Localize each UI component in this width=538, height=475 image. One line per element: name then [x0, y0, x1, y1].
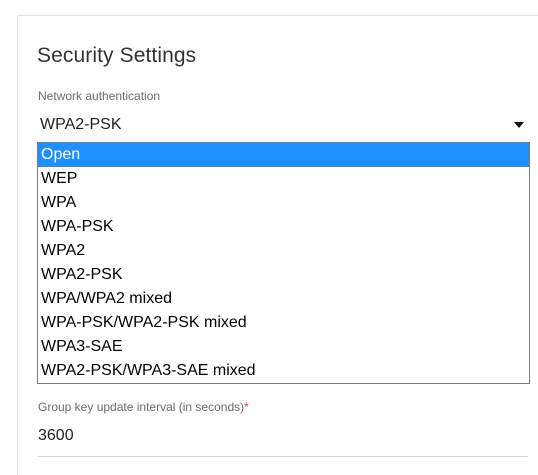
network-authentication-selected-value: WPA2-PSK: [40, 116, 122, 133]
network-authentication-select[interactable]: WPA2-PSK: [38, 108, 528, 142]
network-authentication-options-list[interactable]: Open WEP WPA WPA-PSK WPA2 WPA2-PSK WPA/W…: [37, 142, 530, 384]
required-marker: *: [244, 400, 249, 414]
option-wpa[interactable]: WPA: [38, 191, 529, 215]
group-key-update-interval-label-text: Group key update interval (in seconds): [38, 400, 245, 414]
group-key-update-interval-input[interactable]: 3600: [38, 427, 74, 445]
option-wep[interactable]: WEP: [38, 167, 529, 191]
section-title: Security Settings: [37, 44, 197, 67]
option-wpa3-sae[interactable]: WPA3-SAE: [38, 335, 529, 359]
network-authentication-label: Network authentication: [38, 89, 161, 103]
option-wpa2[interactable]: WPA2: [38, 239, 529, 263]
option-open[interactable]: Open: [38, 143, 529, 167]
group-key-update-interval-underline: [38, 456, 528, 457]
option-wpa2-psk-wpa3-sae-mixed[interactable]: WPA2-PSK/WPA3-SAE mixed: [38, 359, 529, 383]
group-key-update-interval-label: Group key update interval (in seconds)*: [38, 400, 249, 414]
option-wpa-psk-wpa2-psk-mixed[interactable]: WPA-PSK/WPA2-PSK mixed: [38, 311, 529, 335]
option-wpa-wpa2-mixed[interactable]: WPA/WPA2 mixed: [38, 287, 529, 311]
option-wpa-psk[interactable]: WPA-PSK: [38, 215, 529, 239]
option-wpa2-psk[interactable]: WPA2-PSK: [38, 263, 529, 287]
caret-down-icon: [514, 122, 524, 128]
